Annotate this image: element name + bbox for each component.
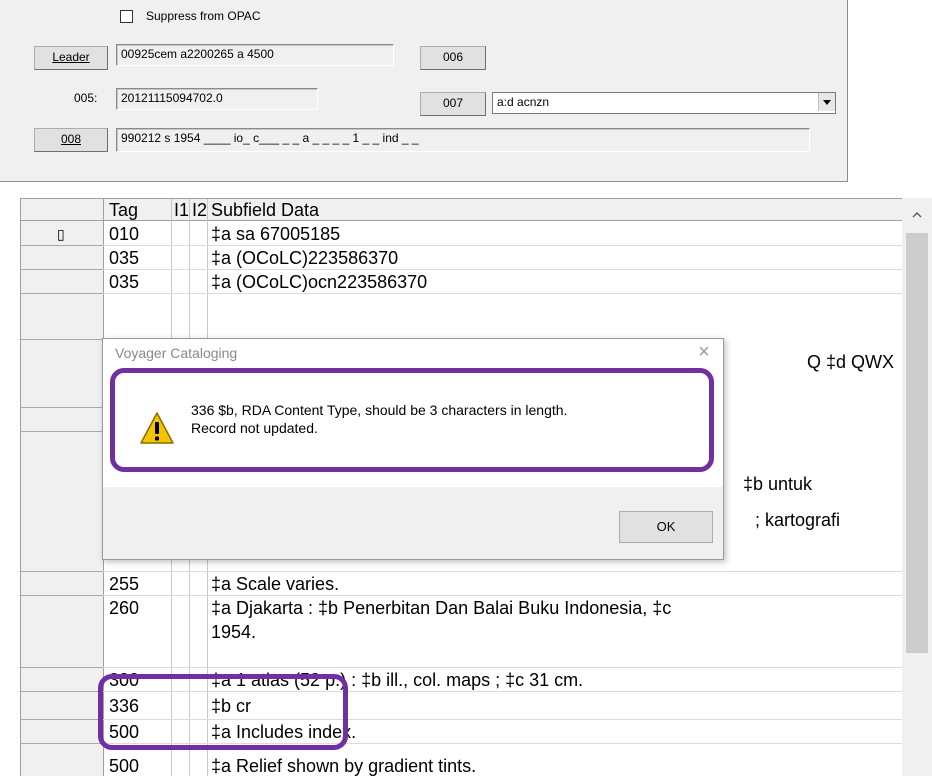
row-data-continued[interactable]: 1954.	[211, 621, 256, 643]
header-tag[interactable]: Tag	[109, 199, 138, 221]
field-008-button[interactable]: 008	[34, 128, 108, 152]
row-divider	[21, 293, 103, 294]
row-data[interactable]: Q ‡d QWX	[807, 351, 894, 373]
row-divider	[103, 571, 903, 572]
row-divider	[21, 245, 103, 246]
field-008-value[interactable]: 990212 s 1954 ____ io_ c___ _ _ a _ _ _ …	[116, 128, 810, 152]
header-i1[interactable]: I1	[174, 199, 189, 221]
row-divider	[103, 269, 903, 270]
field-007-select[interactable]: a:d acnzn	[492, 92, 836, 114]
field-006-button[interactable]: 006	[420, 46, 486, 70]
scrollbar-thumb[interactable]	[906, 233, 928, 653]
row-data[interactable]: ‡a sa 67005185	[211, 223, 340, 245]
vertical-scrollbar[interactable]	[902, 198, 932, 776]
row-tag[interactable]: 035	[109, 271, 139, 293]
field-008-button-label: 008	[60, 132, 82, 146]
row-divider	[103, 595, 903, 596]
row-selector-column	[21, 199, 103, 776]
row-divider	[21, 691, 103, 692]
field-005-value[interactable]: 20121115094702.0	[116, 88, 318, 110]
leader-field[interactable]: 00925cem a2200265 a 4500	[116, 44, 394, 66]
row-tag[interactable]: 010	[109, 223, 139, 245]
row-divider	[21, 719, 103, 720]
row-divider	[21, 407, 103, 408]
field-005-label: 005:	[74, 91, 98, 105]
row-tag[interactable]: 035	[109, 247, 139, 269]
highlight-box-message	[110, 368, 714, 472]
fixed-fields-panel: Suppress from OPAC Leader 00925cem a2200…	[0, 0, 848, 182]
row-divider	[103, 293, 903, 294]
row-divider	[21, 743, 103, 744]
row-divider	[21, 339, 103, 340]
field-007-value: a:d acnzn	[497, 95, 550, 109]
row-divider	[21, 431, 103, 432]
row-data[interactable]: ‡a Scale varies.	[211, 573, 339, 595]
row-data[interactable]: ‡a Djakarta : ‡b Penerbitan Dan Balai Bu…	[211, 597, 671, 619]
dialog-title: Voyager Cataloging	[115, 345, 238, 361]
close-icon[interactable]: ×	[685, 339, 723, 369]
chevron-up-icon[interactable]	[912, 210, 922, 220]
suppress-checkbox[interactable]	[120, 10, 133, 23]
row-divider	[103, 667, 903, 668]
row-divider	[21, 667, 103, 668]
header-subfield-data[interactable]: Subfield Data	[211, 199, 319, 221]
row-tag[interactable]: 500	[109, 755, 139, 776]
leader-button-label: Leader	[52, 50, 90, 64]
field-007-button[interactable]: 007	[420, 92, 486, 116]
row-divider	[103, 245, 903, 246]
current-row-marker: ▯	[57, 226, 65, 242]
row-data[interactable]: ‡a (OCoLC)223586370	[211, 247, 398, 269]
row-divider	[21, 571, 103, 572]
row-data[interactable]: ‡b untuk	[743, 473, 812, 495]
leader-button[interactable]: Leader	[34, 46, 108, 70]
row-divider	[21, 595, 103, 596]
row-tag[interactable]: 255	[109, 573, 139, 595]
header-i2[interactable]: I2	[192, 199, 207, 221]
row-data[interactable]: ‡a Relief shown by gradient tints.	[211, 755, 476, 776]
row-tag[interactable]: 260	[109, 597, 139, 619]
grid-header-corner	[21, 199, 103, 221]
row-divider	[21, 269, 103, 270]
ok-button[interactable]: OK	[619, 511, 713, 543]
row-data[interactable]: ‡a (OCoLC)ocn223586370	[211, 271, 427, 293]
row-data[interactable]: ; kartografi	[755, 509, 840, 531]
highlight-box-336	[98, 674, 348, 750]
chevron-down-icon[interactable]	[818, 93, 835, 111]
suppress-label: Suppress from OPAC	[146, 9, 261, 23]
